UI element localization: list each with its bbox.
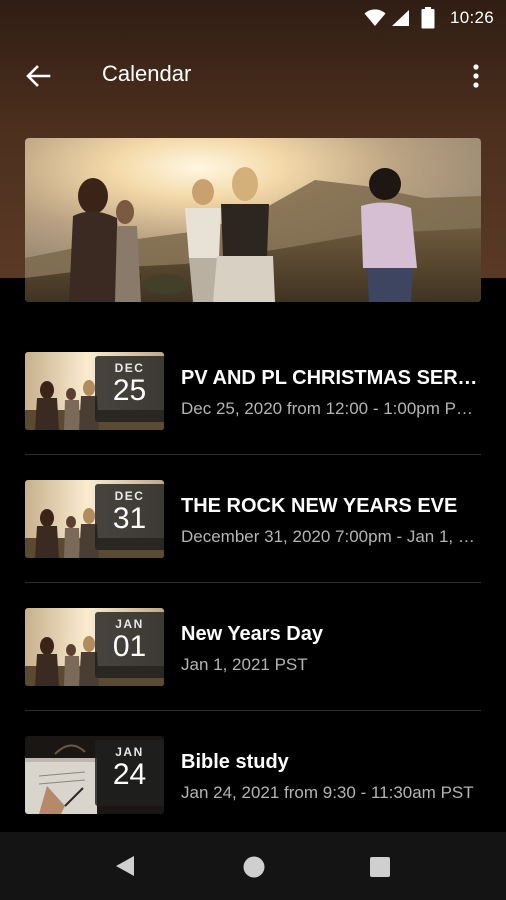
date-month: DEC	[114, 361, 145, 375]
date-day: 25	[112, 374, 147, 407]
event-title: THE ROCK NEW YEARS EVE	[181, 495, 458, 517]
date-month: DEC	[114, 489, 145, 503]
battery-icon	[421, 7, 435, 29]
event-datetime: Jan 1, 2021 PST	[181, 655, 308, 674]
hero-photo	[25, 138, 481, 302]
more-vert-icon	[473, 64, 479, 88]
event-item[interactable]: JAN 01 New Years Day Jan 1, 2021 PST	[25, 582, 481, 728]
event-item[interactable]: DEC 25 PV AND PL CHRISTMAS SERVICE Dec 2…	[25, 344, 481, 472]
back-button[interactable]	[18, 56, 58, 96]
date-badge: DEC 25	[95, 356, 164, 422]
wifi-icon	[364, 9, 386, 26]
date-month: JAN	[115, 617, 144, 631]
date-badge: DEC 31	[95, 484, 164, 550]
event-datetime: Dec 25, 2020 from 12:00 - 1:00pm PST	[181, 399, 477, 418]
system-nav-bar	[0, 832, 506, 900]
signal-icon	[392, 10, 409, 26]
event-title: New Years Day	[181, 623, 323, 645]
event-list: DEC 25 PV AND PL CHRISTMAS SERVICE Dec 2…	[25, 344, 481, 856]
date-badge: JAN 01	[95, 612, 164, 678]
event-title: PV AND PL CHRISTMAS SERVICE	[181, 367, 479, 389]
more-options-button[interactable]	[458, 56, 494, 96]
home-circle-icon[interactable]	[242, 855, 266, 879]
status-time: 10:26	[449, 8, 494, 27]
event-title: Bible study	[181, 751, 289, 773]
event-item[interactable]: DEC 31 THE ROCK NEW YEARS EVE December 3…	[25, 454, 481, 600]
status-bar: 10:26	[0, 0, 506, 36]
date-day: 31	[112, 502, 147, 535]
back-triangle-icon[interactable]	[114, 854, 136, 878]
event-datetime: Jan 24, 2021 from 9:30 - 11:30am PST	[181, 783, 474, 802]
hero-image	[25, 138, 481, 302]
event-datetime: December 31, 2020 7:00pm - Jan 1, 2021	[181, 527, 477, 546]
date-day: 24	[112, 758, 147, 791]
date-month: JAN	[115, 745, 144, 759]
page-title: Calendar	[102, 61, 192, 86]
recents-square-icon[interactable]	[369, 856, 391, 878]
date-day: 01	[112, 630, 147, 663]
date-badge: JAN 24	[95, 740, 164, 806]
arrow-left-icon	[26, 65, 51, 87]
app-bar: Calendar	[0, 40, 506, 110]
